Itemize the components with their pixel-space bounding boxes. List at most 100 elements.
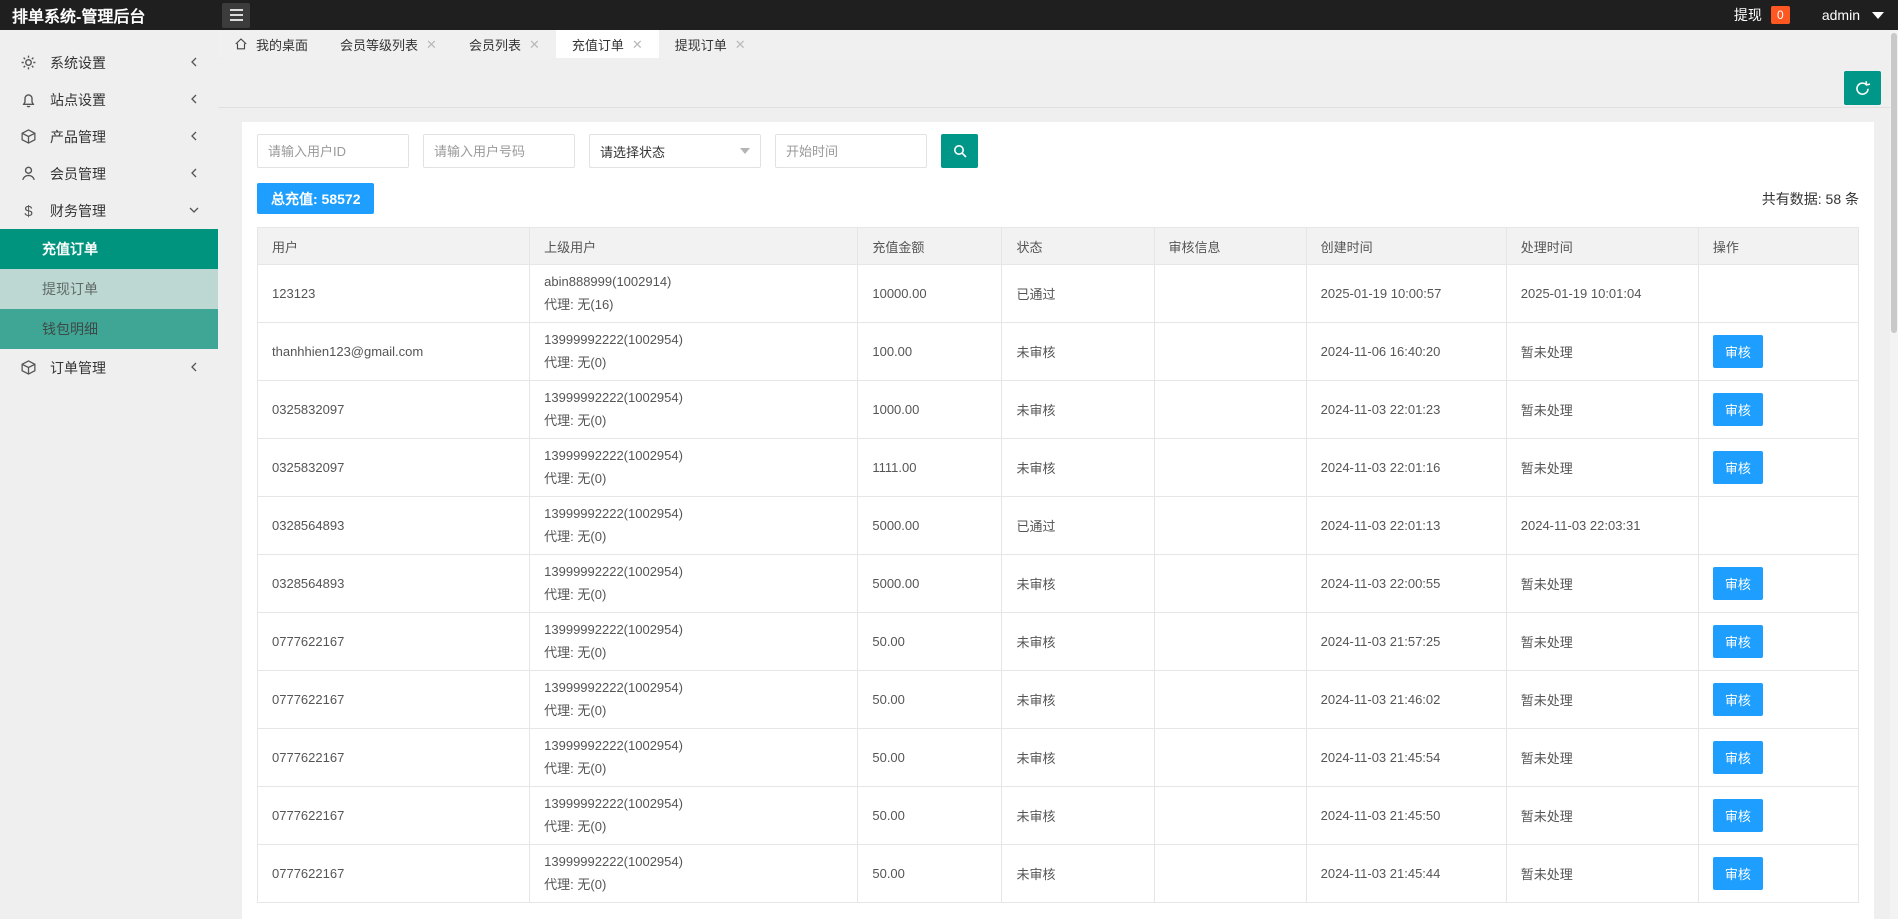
chevron-down-icon (740, 148, 750, 154)
table-row: 0777622167 13999992222(1002954) 代理: 无(0)… (258, 787, 1859, 845)
cell-created: 2024-11-03 21:45:50 (1306, 787, 1506, 845)
cell-action: 审核 (1698, 787, 1858, 845)
cell-processed: 暂未处理 (1506, 671, 1698, 729)
page-toolbar (218, 58, 1898, 108)
sidebar-item-order-management[interactable]: 订单管理 (0, 349, 218, 386)
cell-upline: 13999992222(1002954) 代理: 无(0) (530, 439, 858, 497)
cell-created: 2024-11-03 21:57:25 (1306, 613, 1506, 671)
cell-audit-info (1154, 787, 1306, 845)
cell-action (1698, 497, 1858, 555)
table-row: 0325832097 13999992222(1002954) 代理: 无(0)… (258, 381, 1859, 439)
audit-button[interactable]: 审核 (1713, 451, 1763, 484)
table-row: 0328564893 13999992222(1002954) 代理: 无(0)… (258, 497, 1859, 555)
cube-icon (20, 359, 37, 376)
chevron-left-icon (188, 129, 200, 145)
audit-button[interactable]: 审核 (1713, 741, 1763, 774)
close-icon[interactable]: ✕ (529, 38, 540, 51)
table-row: 0777622167 13999992222(1002954) 代理: 无(0)… (258, 845, 1859, 903)
sidebar-item-system-settings[interactable]: 系统设置 (0, 44, 218, 81)
chevron-down-icon (1872, 12, 1884, 19)
cell-processed: 暂未处理 (1506, 845, 1698, 903)
cell-audit-info (1154, 265, 1306, 323)
audit-button[interactable]: 审核 (1713, 799, 1763, 832)
cell-upline: 13999992222(1002954) 代理: 无(0) (530, 613, 858, 671)
bell-icon (20, 91, 37, 108)
cell-audit-info (1154, 729, 1306, 787)
col-processed: 处理时间 (1506, 228, 1698, 265)
tab-member-level-list[interactable]: 会员等级列表 ✕ (324, 30, 453, 58)
cell-processed: 暂未处理 (1506, 323, 1698, 381)
cell-user: 0325832097 (258, 381, 530, 439)
audit-button[interactable]: 审核 (1713, 335, 1763, 368)
cell-action: 审核 (1698, 439, 1858, 497)
audit-button[interactable]: 审核 (1713, 393, 1763, 426)
tab-my-desktop[interactable]: 我的桌面 (218, 30, 324, 58)
audit-button[interactable]: 审核 (1713, 567, 1763, 600)
tab-recharge-orders[interactable]: 充值订单 ✕ (556, 30, 659, 58)
cell-audit-info (1154, 671, 1306, 729)
cell-action: 审核 (1698, 729, 1858, 787)
cell-user: 0777622167 (258, 671, 530, 729)
sidebar-subitem-wallet-details[interactable]: 钱包明细 (0, 309, 218, 349)
cube-icon (20, 128, 37, 145)
cell-created: 2024-11-03 22:00:55 (1306, 555, 1506, 613)
svg-text:$: $ (24, 204, 33, 219)
sidebar-item-site-settings[interactable]: 站点设置 (0, 81, 218, 118)
tab-withdraw-orders[interactable]: 提现订单 ✕ (659, 30, 762, 58)
sidebar-subitem-withdraw-orders[interactable]: 提现订单 (0, 269, 218, 309)
cell-status: 未审核 (1002, 787, 1154, 845)
chevron-left-icon (188, 92, 200, 108)
home-icon (234, 37, 248, 51)
cell-processed: 暂未处理 (1506, 787, 1698, 845)
cell-amount: 50.00 (858, 845, 1002, 903)
scrollbar-thumb[interactable] (1891, 33, 1897, 333)
cell-status: 未审核 (1002, 729, 1154, 787)
cell-status: 未审核 (1002, 439, 1154, 497)
cell-amount: 50.00 (858, 729, 1002, 787)
tab-member-list[interactable]: 会员列表 ✕ (453, 30, 556, 58)
user-icon (20, 165, 37, 182)
cell-upline: 13999992222(1002954) 代理: 无(0) (530, 497, 858, 555)
close-icon[interactable]: ✕ (735, 38, 746, 51)
col-upline: 上级用户 (530, 228, 858, 265)
vertical-scrollbar[interactable] (1890, 30, 1898, 919)
total-recharge-button[interactable]: 总充值: 58572 (257, 183, 374, 214)
refresh-button[interactable] (1844, 71, 1881, 105)
orders-table: 用户 上级用户 充值金额 状态 审核信息 创建时间 处理时间 操作 123123… (257, 227, 1859, 903)
col-audit-info: 审核信息 (1154, 228, 1306, 265)
col-created: 创建时间 (1306, 228, 1506, 265)
audit-button[interactable]: 审核 (1713, 683, 1763, 716)
main-content: 请选择状态 总充值: 58572 共有数据: 58 条 用户 上 (218, 58, 1898, 919)
cell-processed: 2024-11-03 22:03:31 (1506, 497, 1698, 555)
sidebar-item-product-management[interactable]: 产品管理 (0, 118, 218, 155)
cell-user: 0777622167 (258, 845, 530, 903)
cell-action: 审核 (1698, 381, 1858, 439)
user-phone-input[interactable] (423, 134, 575, 168)
sidebar-item-finance-management[interactable]: $ 财务管理 (0, 192, 218, 229)
close-icon[interactable]: ✕ (632, 38, 643, 51)
cell-upline: 13999992222(1002954) 代理: 无(0) (530, 381, 858, 439)
cell-created: 2024-11-03 22:01:16 (1306, 439, 1506, 497)
sidebar-item-member-management[interactable]: 会员管理 (0, 155, 218, 192)
cell-created: 2024-11-03 21:45:54 (1306, 729, 1506, 787)
cell-status: 已通过 (1002, 265, 1154, 323)
col-amount: 充值金额 (858, 228, 1002, 265)
cell-user: 0328564893 (258, 555, 530, 613)
audit-button[interactable]: 审核 (1713, 625, 1763, 658)
sidebar: 系统设置 站点设置 产品管理 会员管理 $ 财务管理 (0, 30, 218, 919)
user-id-input[interactable] (257, 134, 409, 168)
user-menu[interactable]: admin (1822, 7, 1860, 23)
audit-button[interactable]: 审核 (1713, 857, 1763, 890)
menu-toggle-button[interactable] (222, 3, 250, 28)
close-icon[interactable]: ✕ (426, 38, 437, 51)
tab-bar: 我的桌面 会员等级列表 ✕ 会员列表 ✕ 充值订单 ✕ 提现订单 ✕ (218, 30, 1898, 58)
sidebar-subitem-recharge-orders[interactable]: 充值订单 (0, 229, 218, 269)
cell-audit-info (1154, 497, 1306, 555)
dollar-icon: $ (20, 202, 37, 219)
cell-status: 未审核 (1002, 381, 1154, 439)
cell-amount: 5000.00 (858, 555, 1002, 613)
withdraw-link[interactable]: 提现 (1734, 5, 1762, 25)
start-time-input[interactable] (775, 134, 927, 168)
status-select[interactable]: 请选择状态 (589, 134, 761, 168)
search-button[interactable] (941, 134, 978, 168)
